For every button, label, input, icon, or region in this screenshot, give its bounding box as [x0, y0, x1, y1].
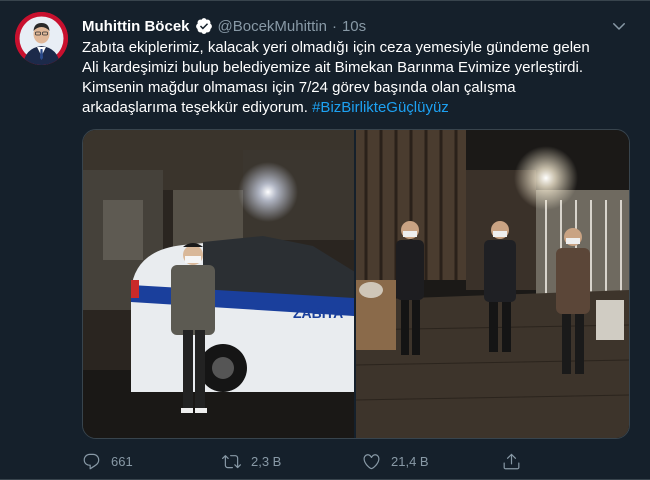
tweet-actions: 661 2,3 B 21,4 B: [82, 448, 562, 474]
photo-zabita-vehicle[interactable]: ZABITA: [83, 130, 354, 438]
retweet-count: 2,3 B: [251, 453, 282, 469]
more-options-button[interactable]: [608, 15, 630, 37]
tweet-text-line: arkadaşlarıma teşekkür ediyorum. #BizBir…: [82, 98, 632, 118]
reply-icon: [83, 453, 100, 469]
tweet-text-line: Ali kardeşimizi bulup belediyemize ait B…: [82, 59, 584, 76]
author-name[interactable]: Muhittin Böcek: [82, 18, 190, 35]
share-button[interactable]: [502, 452, 542, 471]
avatar[interactable]: [15, 12, 68, 65]
hashtag-link[interactable]: #BizBirlikteGüçlüyüz: [312, 99, 449, 116]
retweet-button[interactable]: 2,3 B: [222, 452, 362, 471]
tweet-card[interactable]: Muhittin Böcek @BocekMuhittin · 10s Zabı…: [0, 0, 650, 480]
photo-shelter-entrance[interactable]: [356, 130, 629, 438]
separator-dot: ·: [331, 17, 337, 35]
like-button[interactable]: 21,4 B: [362, 452, 502, 471]
tweet-text-line-end: arkadaşlarıma teşekkür ediyorum.: [82, 99, 313, 116]
reply-button[interactable]: 661: [82, 452, 222, 471]
verified-badge-icon: [195, 18, 212, 34]
timestamp[interactable]: 10s: [342, 18, 366, 35]
media-grid: ZABITA: [82, 129, 630, 439]
tweet-text-line: Zabıta ekiplerimiz, kalacak yeri olmadığ…: [82, 39, 590, 56]
share-icon: [503, 453, 520, 469]
like-icon: [363, 453, 380, 469]
like-count: 21,4 B: [391, 453, 429, 469]
tweet-text-line: Kimsenin mağdur olmaması için 7/24 görev…: [82, 79, 516, 96]
author-handle[interactable]: @BocekMuhittin: [218, 18, 327, 35]
tweet-header: Muhittin Böcek @BocekMuhittin · 10s: [82, 15, 366, 37]
tweet-text: Zabıta ekiplerimiz, kalacak yeri olmadığ…: [82, 38, 632, 118]
reply-count: 661: [111, 453, 133, 469]
vehicle-zabita-text: ZABITA: [293, 305, 343, 321]
retweet-icon: [222, 454, 241, 468]
chevron-down-icon: [613, 23, 625, 30]
